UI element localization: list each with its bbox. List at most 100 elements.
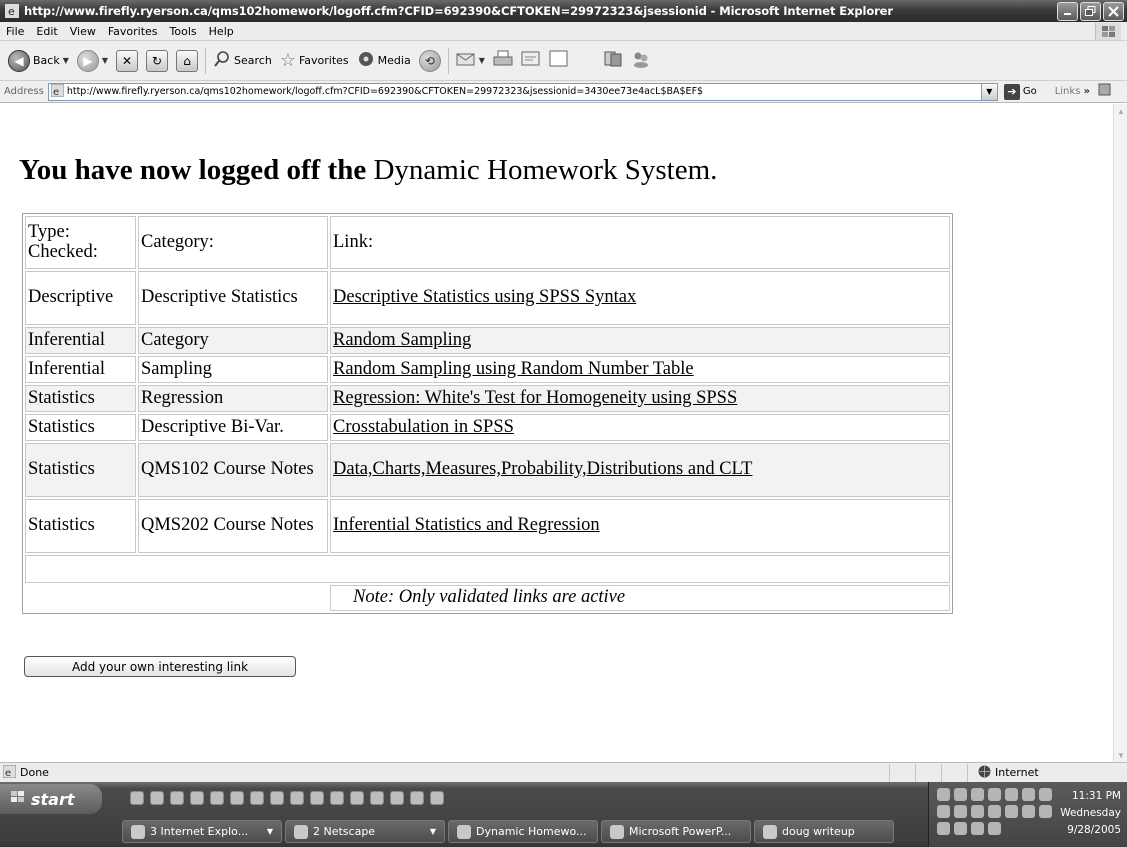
refresh-button[interactable]: ↻ [142, 46, 172, 76]
back-button[interactable]: ◀ Back ▼ [4, 46, 73, 76]
tray-icon[interactable] [1022, 805, 1035, 818]
vertical-scrollbar[interactable]: ▲ ▼ [1113, 104, 1127, 762]
menu-favorites[interactable]: Favorites [102, 25, 164, 38]
row-link[interactable]: Regression: White's Test for Homogeneity… [333, 388, 737, 408]
tray-icon[interactable] [988, 788, 1001, 801]
windows-logo-icon [1095, 23, 1121, 40]
back-dropdown-icon[interactable]: ▼ [63, 56, 69, 65]
tray-icon[interactable] [954, 822, 967, 835]
quick-launch-icon[interactable] [390, 791, 404, 805]
tray-icon[interactable] [971, 788, 984, 801]
quick-launch-icon[interactable] [410, 791, 424, 805]
quick-launch-icon[interactable] [310, 791, 324, 805]
stop-button[interactable]: ✕ [112, 46, 142, 76]
row-link-cell: Descriptive Statistics using SPSS Syntax [330, 271, 950, 325]
task-internet-explorer[interactable]: 3 Internet Explo... ▼ [122, 820, 282, 843]
research-button[interactable] [599, 46, 627, 76]
menu-edit[interactable]: Edit [30, 25, 63, 38]
quick-launch-icon[interactable] [130, 791, 144, 805]
minimize-button[interactable] [1057, 1, 1078, 21]
row-category: Descriptive Bi-Var. [138, 414, 328, 441]
mail-button[interactable]: ▼ [452, 46, 489, 76]
quick-launch-icon[interactable] [350, 791, 364, 805]
mail-icon [456, 51, 476, 70]
row-type: Statistics [25, 499, 136, 553]
folder-task-icon [763, 824, 777, 839]
messenger-button[interactable] [627, 46, 655, 76]
row-category: QMS202 Course Notes [138, 499, 328, 553]
toolbar-extra-icon[interactable] [1098, 83, 1112, 100]
tray-icon[interactable] [1022, 788, 1035, 801]
address-input[interactable]: e http://www.firefly.ryerson.ca/qms102ho… [47, 82, 998, 101]
tray-icon[interactable] [1039, 805, 1052, 818]
favorites-button[interactable]: ☆ Favorites [276, 46, 353, 76]
row-link[interactable]: Inferential Statistics and Regression [333, 515, 600, 535]
mail-dropdown-icon[interactable]: ▼ [479, 56, 485, 65]
scroll-up-icon[interactable]: ▲ [1115, 104, 1127, 118]
window-title-bar[interactable]: e http://www.firefly.ryerson.ca/qms102ho… [0, 0, 1127, 22]
tray-icon[interactable] [954, 788, 967, 801]
address-url: http://www.firefly.ryerson.ca/qms102home… [66, 86, 704, 97]
tray-icon[interactable] [1005, 805, 1018, 818]
quick-launch-icon[interactable] [330, 791, 344, 805]
row-link[interactable]: Data,Charts,Measures,Probability,Distrib… [333, 459, 752, 479]
address-dropdown-icon[interactable]: ▼ [980, 83, 997, 100]
edit-button[interactable] [517, 46, 545, 76]
tray-icon[interactable] [988, 805, 1001, 818]
row-link[interactable]: Random Sampling using Random Number Tabl… [333, 359, 694, 379]
tray-icon[interactable] [1039, 788, 1052, 801]
start-button[interactable]: start [0, 784, 102, 814]
tray-icon[interactable] [1005, 788, 1018, 801]
quick-launch-icon[interactable] [190, 791, 204, 805]
page-done-icon: e [2, 764, 17, 781]
print-button[interactable] [489, 46, 517, 76]
task-netscape[interactable]: 2 Netscape ▼ [285, 820, 445, 843]
quick-launch-icon[interactable] [150, 791, 164, 805]
scroll-down-icon[interactable]: ▼ [1115, 748, 1127, 762]
restore-button[interactable] [1080, 1, 1101, 21]
go-button[interactable]: ➔ Go [1003, 83, 1037, 100]
tray-clock[interactable]: 11:31 PM Wednesday 9/28/2005 [1060, 788, 1121, 839]
task-powerpoint[interactable]: Microsoft PowerP... [601, 820, 751, 843]
page-title: You have now logged off the Dynamic Home… [19, 154, 717, 187]
tray-icon[interactable] [937, 822, 950, 835]
tray-icon[interactable] [971, 822, 984, 835]
quick-launch-icon[interactable] [230, 791, 244, 805]
quick-launch-icon[interactable] [250, 791, 264, 805]
row-link[interactable]: Random Sampling [333, 330, 471, 350]
media-button[interactable]: Media [353, 46, 415, 76]
tray-icon[interactable] [954, 805, 967, 818]
quick-launch-icon[interactable] [210, 791, 224, 805]
task-dynamic-homework[interactable]: Dynamic Homewo... [448, 820, 598, 843]
quick-launch-icon[interactable] [430, 791, 444, 805]
menu-tools[interactable]: Tools [164, 25, 203, 38]
forward-dropdown-icon[interactable]: ▼ [102, 56, 108, 65]
forward-button[interactable]: ▶ ▼ [73, 46, 112, 76]
quick-launch-icon[interactable] [290, 791, 304, 805]
row-link[interactable]: Descriptive Statistics using SPSS Syntax [333, 287, 636, 307]
row-link[interactable]: Crosstabulation in SPSS [333, 417, 514, 437]
quick-launch-icon[interactable] [370, 791, 384, 805]
close-button[interactable] [1103, 1, 1124, 21]
task-doug-writeup[interactable]: doug writeup [754, 820, 894, 843]
tray-icon[interactable] [937, 788, 950, 801]
security-zone[interactable]: Internet [967, 763, 1127, 782]
history-button[interactable]: ⟲ [415, 46, 445, 76]
home-button[interactable]: ⌂ [172, 46, 202, 76]
quick-launch-icon[interactable] [270, 791, 284, 805]
tray-icon[interactable] [971, 805, 984, 818]
menu-view[interactable]: View [64, 25, 102, 38]
row-type: Statistics [25, 443, 136, 497]
menu-file[interactable]: File [0, 25, 30, 38]
add-link-button[interactable]: Add your own interesting link [24, 656, 296, 677]
menu-help[interactable]: Help [203, 25, 240, 38]
row-link-cell: Random Sampling using Random Number Tabl… [330, 356, 950, 383]
discuss-button[interactable] [545, 46, 573, 76]
forward-arrow-icon: ▶ [76, 49, 99, 72]
quick-launch-icon[interactable] [170, 791, 184, 805]
clock-day: Wednesday [1060, 807, 1121, 819]
links-toolbar[interactable]: Links » [1055, 86, 1090, 97]
tray-icon[interactable] [937, 805, 950, 818]
tray-icon[interactable] [988, 822, 1001, 835]
search-button[interactable]: Search [209, 46, 276, 76]
